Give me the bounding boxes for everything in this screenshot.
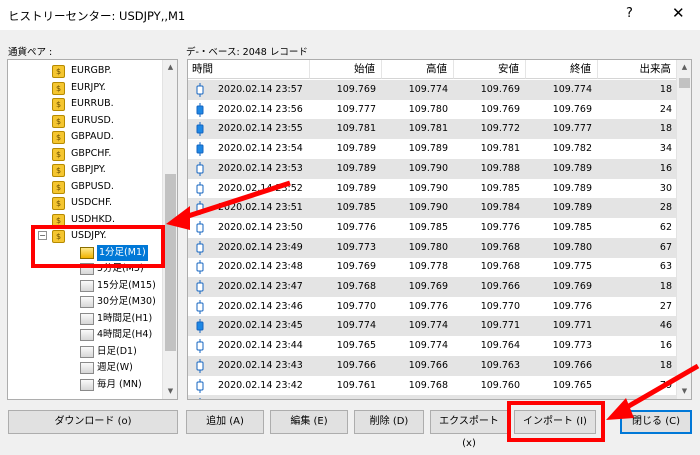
arrow-to-m1 [181, 180, 291, 221]
history-center-window: ヒストリーセンター: USDJPY,,M1 ? ✕ 通貨ペア : デ-・ベース:… [0, 0, 700, 449]
arrow-head-import [606, 398, 634, 420]
arrow-to-import [620, 363, 700, 413]
arrow-head-m1 [166, 206, 190, 230]
annotation-arrows [166, 180, 700, 420]
